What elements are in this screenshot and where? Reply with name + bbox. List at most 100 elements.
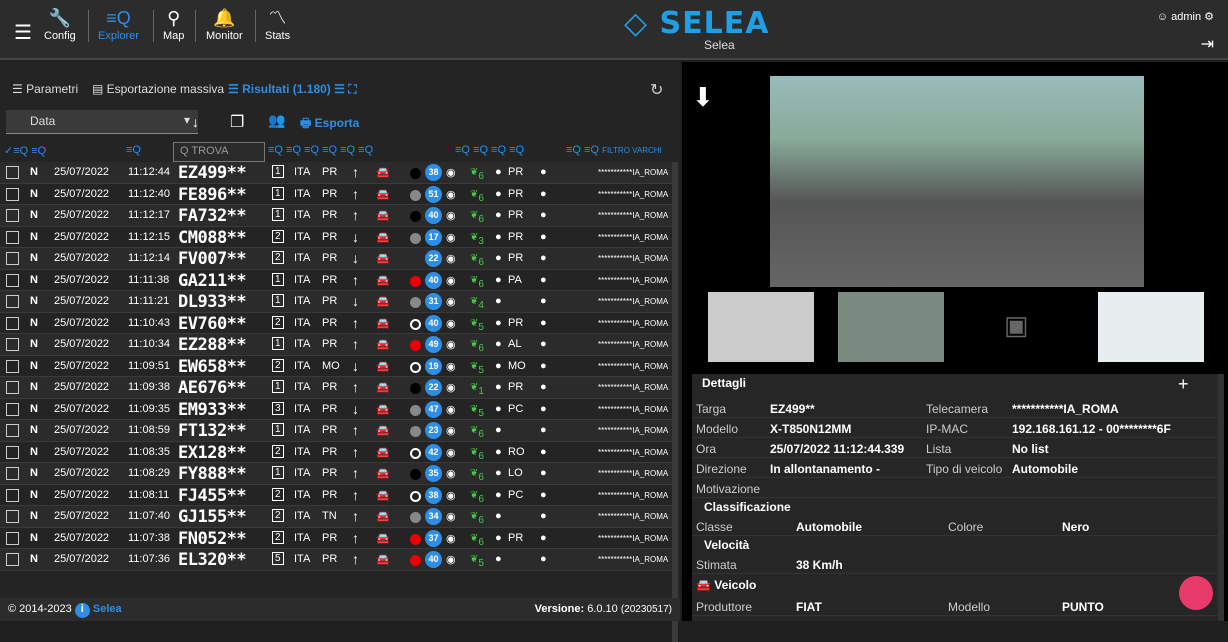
tab-parametri[interactable]: ☰ Parametri [12,82,78,96]
table-row[interactable]: N 25/07/2022 11:09:51 EW658** 2 ITA MO ↓… [0,356,672,377]
table-row[interactable]: N 25/07/2022 11:08:29 FY888** 1 ITA PR ↑… [0,463,672,485]
plate-text: FV007** [178,249,247,269]
row-checkbox[interactable] [6,445,19,459]
table-row[interactable]: N 25/07/2022 11:12:14 FV007** 2 ITA PR ↓… [0,248,672,270]
row-checkbox[interactable] [6,359,19,373]
row-checkbox[interactable] [6,510,19,523]
row-checkbox[interactable] [6,295,19,308]
row-checkbox[interactable] [6,187,19,201]
logout-icon[interactable]: ⇥ [1201,34,1214,54]
expand-icon[interactable]: + [1178,374,1189,395]
copy-icon[interactable]: ❐ [230,112,244,132]
user-menu[interactable]: ☺ admin ⚙ [1157,10,1214,23]
table-row[interactable]: N 25/07/2022 11:10:34 EZ288** 1 ITA PR ↑… [0,334,672,356]
row-checkbox[interactable] [6,338,19,351]
plate-text: GJ155** [178,507,247,527]
car-icon: 🚘 [376,274,390,287]
details-scrollbar[interactable] [1218,374,1224,621]
table-row[interactable]: N 25/07/2022 11:11:21 DL933** 1 ITA PR ↓… [0,291,672,313]
table-row[interactable]: N 25/07/2022 11:09:35 EM933** 3 ITA PR ↓… [0,399,672,420]
person-icon: ● [495,316,502,329]
row-checkbox[interactable] [6,531,19,545]
thumb-map[interactable] [1098,292,1204,362]
row-checkbox[interactable] [6,273,19,287]
nav-stats[interactable]: 〽 Stats [265,8,290,42]
image-placeholder-icon[interactable]: ▣ [1004,310,1029,341]
brand-logo-icon: ◉ [446,231,456,244]
brand-logo-icon: ◉ [446,274,456,287]
nav-map[interactable]: ⚲ Map [163,8,184,42]
location-icon: ● [540,209,547,221]
location-icon: ● [540,445,547,458]
table-header: ✓≡Q ≡Q ≡Q ≡Q ≡Q ≡Q ≡Q ≡Q ≡Q ≡Q ≡Q ≡Q ≡Q … [4,144,662,157]
person-icon: ● [495,381,502,393]
tab-risultati[interactable]: ☰ Risultati (1.180) ☰ ⛶ [228,82,357,97]
row-checkbox[interactable] [6,467,19,480]
search-input[interactable]: Q TROVA [173,142,265,162]
table-row[interactable]: N 25/07/2022 11:08:35 EX128** 2 ITA PR ↑… [0,442,672,463]
sort-select[interactable]: Data ▾ [6,110,198,134]
tab-esportazione[interactable]: ▤ Esportazione massiva [92,82,224,96]
row-checkbox[interactable] [6,553,19,566]
scrollbar[interactable] [672,162,678,642]
eco-leaf-icon: ❦ 5 [470,317,484,333]
table-row[interactable]: N 25/07/2022 11:12:17 FA732** 1 ITA PR ↑… [0,205,672,227]
eco-leaf-icon: ❦ 6 [470,188,484,204]
eco-leaf-icon: ❦ 6 [470,210,484,225]
location-icon: ● [540,230,547,243]
row-checkbox[interactable] [6,488,19,502]
download-icon[interactable]: ⬇ [692,82,714,113]
row-checkbox[interactable] [6,166,19,179]
table-row[interactable]: N 25/07/2022 11:12:44 EZ499** 1 ITA PR ↑… [0,162,672,184]
brand-logo-icon: ◉ [446,188,456,201]
eco-leaf-icon: ❦ 6 [470,446,484,462]
row-checkbox[interactable] [6,209,19,222]
nav-explorer[interactable]: ≡Q Explorer [98,8,139,42]
table-row[interactable]: N 25/07/2022 11:08:11 FJ455** 2 ITA PR ↑… [0,485,672,506]
row-checkbox[interactable] [6,381,19,394]
sort-direction-icon[interactable]: ↓ [192,114,199,130]
table-row[interactable]: N 25/07/2022 11:08:59 FT132** 1 ITA PR ↑… [0,420,672,442]
table-row[interactable]: N 25/07/2022 11:12:15 CM088** 2 ITA PR ↓… [0,227,672,248]
plate-text: FY888** [178,464,247,484]
row-checkbox[interactable] [6,424,19,437]
table-row[interactable]: N 25/07/2022 11:09:38 AE676** 1 ITA PR ↑… [0,377,672,399]
row-checkbox[interactable] [6,402,19,416]
row-checkbox[interactable] [6,230,19,244]
car-icon: 🚘 [696,578,711,592]
export-button[interactable]: 🖶 Esporta [300,114,359,135]
person-icon: ● [495,209,502,221]
fullscreen-button[interactable] [1179,576,1213,610]
location-icon: ● [540,252,547,264]
info-icon[interactable]: i [74,603,90,618]
nav-config[interactable]: 🔧 Config [44,8,76,42]
brand-logo-icon: ◉ [446,446,456,459]
eco-leaf-icon: ❦ 5 [470,360,484,376]
person-icon: ● [495,295,502,307]
results-table: N 25/07/2022 11:12:44 EZ499** 1 ITA PR ↑… [0,162,672,571]
person-icon: ● [495,166,502,178]
row-checkbox[interactable] [6,316,19,330]
eco-leaf-icon: ❦ 5 [470,554,484,569]
person-icon: ● [495,252,502,264]
table-row[interactable]: N 25/07/2022 11:10:43 EV760** 2 ITA PR ↑… [0,313,672,334]
car-icon: 🚘 [376,210,390,222]
thumb-plate[interactable] [708,292,814,362]
table-row[interactable]: N 25/07/2022 11:07:40 GJ155** 2 ITA TN ↑… [0,506,672,528]
row-checkbox[interactable] [6,252,19,265]
nav-monitor[interactable]: 🔔 Monitor [206,8,243,42]
refresh-icon[interactable]: ↻ [650,80,663,100]
thumb-context[interactable] [838,292,944,362]
person-icon: ● [495,402,502,415]
color-swatch [410,275,421,287]
menu-icon[interactable]: ☰ [14,20,32,45]
table-row[interactable]: N 25/07/2022 11:12:40 FE896** 1 ITA PR ↑… [0,184,672,205]
table-row[interactable]: N 25/07/2022 11:11:38 GA211** 1 ITA PR ↑… [0,270,672,291]
table-row[interactable]: N 25/07/2022 11:07:36 EL320** 5 ITA PR ↑… [0,549,672,571]
location-icon: ● [540,359,547,372]
table-row[interactable]: N 25/07/2022 11:07:38 FN052** 2 ITA PR ↑… [0,528,672,549]
group-icon[interactable]: 👥 [268,112,285,129]
main-capture-image[interactable] [770,76,1144,287]
location-icon: ● [540,381,547,393]
chart-icon: 〽 [268,8,287,28]
